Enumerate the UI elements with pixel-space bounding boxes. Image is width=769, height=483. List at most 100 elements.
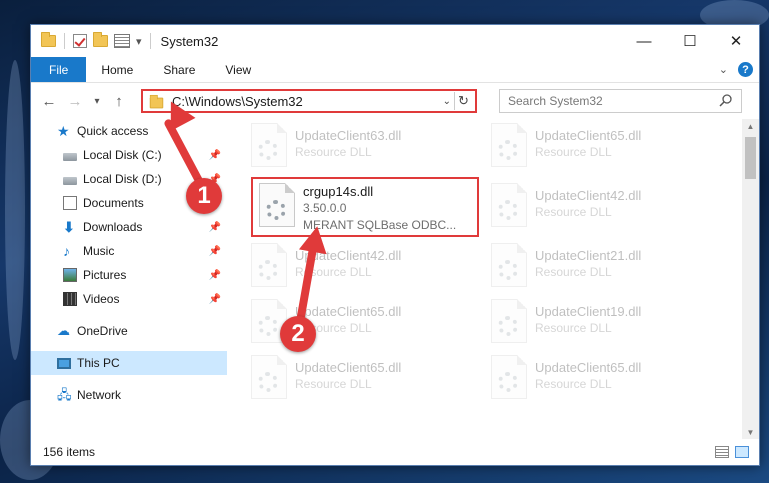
sidebar-item-quick-access[interactable]: ★ Quick access <box>31 119 227 143</box>
vertical-scrollbar[interactable]: ▲ ▼ <box>742 119 759 439</box>
pin-icon[interactable]: 📌 <box>209 270 221 281</box>
tab-file[interactable]: File <box>31 57 87 82</box>
file-description: Resource DLL <box>535 205 612 219</box>
dll-file-icon <box>251 355 287 399</box>
expand-ribbon-chevron-icon[interactable]: ⌄ <box>719 63 728 76</box>
new-folder-icon[interactable] <box>93 32 108 47</box>
sidebar-item-label: Downloads <box>83 220 143 234</box>
back-arrow-icon[interactable]: ← <box>41 93 57 110</box>
file-name: UpdateClient65.dll <box>535 360 642 375</box>
dll-file-icon <box>491 243 527 287</box>
pin-icon[interactable]: 📌 <box>209 222 221 233</box>
file-item[interactable]: UpdateClient65.dll Resource DLL <box>491 355 711 403</box>
sidebar-item-onedrive[interactable]: ☁ OneDrive <box>31 319 227 343</box>
help-icon[interactable]: ? <box>738 62 753 77</box>
scrollbar-thumb[interactable] <box>745 137 756 179</box>
sidebar-item-label: Local Disk (C:) <box>83 148 162 162</box>
view-toggle <box>715 446 759 458</box>
sidebar-item-music[interactable]: ♪ Music 📌 <box>31 239 227 263</box>
step-badge-1: 1 <box>186 178 222 214</box>
onedrive-icon: ☁ <box>57 323 70 338</box>
file-name: UpdateClient65.dll <box>295 304 402 319</box>
file-item-highlighted[interactable]: crgup14s.dll 3.50.0.0 MERANT SQLBase ODB… <box>251 177 479 237</box>
tab-home[interactable]: Home <box>86 57 148 82</box>
file-description: Resource DLL <box>295 145 372 159</box>
pictures-icon <box>63 268 77 282</box>
tab-share[interactable]: Share <box>148 57 210 82</box>
file-name: UpdateClient65.dll <box>535 128 642 143</box>
maximize-button[interactable]: ☐ <box>667 25 713 57</box>
sidebar-item-videos[interactable]: Videos 📌 <box>31 287 227 311</box>
sidebar-item-label: Quick access <box>77 124 149 138</box>
sidebar-item-local-disk-c[interactable]: Local Disk (C:) 📌 <box>31 143 227 167</box>
sidebar-item-label: Music <box>83 244 115 258</box>
search-input[interactable]: Search System32 <box>499 89 742 113</box>
up-arrow-icon[interactable]: ↑ <box>111 93 127 110</box>
item-count: 156 items <box>43 445 96 459</box>
address-path[interactable]: C:\Windows\System32 <box>172 94 303 109</box>
file-item[interactable]: UpdateClient63.dll Resource DLL <box>251 123 471 171</box>
file-item[interactable]: UpdateClient19.dll Resource DLL <box>491 299 711 347</box>
tiles-view-icon[interactable] <box>735 446 749 458</box>
sidebar-item-label: Videos <box>83 292 120 306</box>
search-icon <box>719 94 732 107</box>
sidebar-item-this-pc[interactable]: This PC <box>31 351 227 375</box>
recent-locations-dropdown-icon[interactable]: ▾ <box>93 96 101 107</box>
properties-list-icon[interactable] <box>114 34 130 48</box>
file-name: crgup14s.dll <box>303 184 374 199</box>
status-bar: 156 items <box>31 439 759 465</box>
scroll-up-arrow-icon[interactable]: ▲ <box>742 119 759 133</box>
file-version: 3.50.0.0 <box>303 201 347 215</box>
sidebar-item-label: Documents <box>83 196 144 210</box>
search-placeholder: Search System32 <box>508 94 603 108</box>
pin-icon[interactable]: 📌 <box>209 294 221 305</box>
sidebar-item-label: Pictures <box>83 268 127 282</box>
quick-access-toolbar: ▾ <box>41 32 153 49</box>
file-item[interactable]: UpdateClient21.dll Resource DLL <box>491 243 711 291</box>
forward-arrow-icon[interactable]: → <box>67 93 83 110</box>
sidebar-item-pictures[interactable]: Pictures 📌 <box>31 263 227 287</box>
dll-file-icon <box>491 355 527 399</box>
sidebar-item-network[interactable]: 🖧 Network <box>31 383 227 407</box>
folder-icon <box>41 32 56 47</box>
videos-icon <box>63 292 77 306</box>
ribbon-tabs: File Home Share View ⌄ ? <box>31 57 759 83</box>
close-button[interactable]: ✕ <box>713 25 759 57</box>
toolbar-divider <box>149 33 151 49</box>
file-item[interactable]: UpdateClient42.dll Resource DLL <box>251 243 471 291</box>
music-icon: ♪ <box>63 243 70 259</box>
details-view-icon[interactable] <box>715 446 729 458</box>
dll-file-icon <box>491 123 527 167</box>
tab-view[interactable]: View <box>210 57 266 82</box>
dll-file-icon <box>491 299 527 343</box>
file-item[interactable]: UpdateClient65.dll Resource DLL <box>491 123 711 171</box>
customize-toolbar-dropdown-icon[interactable]: ▾ <box>136 35 142 48</box>
pin-icon[interactable]: 📌 <box>209 246 221 257</box>
title-bar: ▾ System32 ― ☐ ✕ <box>31 25 759 57</box>
minimize-button[interactable]: ― <box>621 25 667 57</box>
sidebar-item-label: OneDrive <box>77 324 128 338</box>
caption-buttons: ― ☐ ✕ <box>621 25 759 57</box>
disk-icon <box>63 176 77 185</box>
sidebar-item-label: Network <box>77 388 122 402</box>
file-name: UpdateClient21.dll <box>535 248 642 263</box>
pin-icon[interactable]: 📌 <box>209 150 221 161</box>
network-icon: 🖧 <box>57 387 72 402</box>
file-item[interactable]: UpdateClient65.dll Resource DLL <box>251 355 471 403</box>
refresh-icon[interactable]: ↻ <box>454 92 472 110</box>
sidebar-item-label: Local Disk (D:) <box>83 172 162 186</box>
file-item[interactable]: UpdateClient42.dll Resource DLL <box>491 183 711 231</box>
sidebar-item-downloads[interactable]: ⬇ Downloads 📌 <box>31 215 227 239</box>
downloads-icon: ⬇ <box>63 219 75 235</box>
window-title: System32 <box>160 33 219 49</box>
dll-file-icon <box>259 183 295 227</box>
file-name: UpdateClient19.dll <box>535 304 642 319</box>
scroll-down-arrow-icon[interactable]: ▼ <box>742 425 759 439</box>
properties-check-icon[interactable] <box>73 34 87 48</box>
this-pc-icon <box>57 357 71 369</box>
navigation-pane: ★ Quick access Local Disk (C:) 📌 Local D… <box>31 119 227 435</box>
dll-file-icon <box>251 123 287 167</box>
address-dropdown-icon[interactable]: ⌄ <box>443 96 451 107</box>
file-name: UpdateClient63.dll <box>295 128 402 143</box>
file-explorer-window: ▾ System32 ― ☐ ✕ File Home Share View ⌄ … <box>30 24 760 466</box>
